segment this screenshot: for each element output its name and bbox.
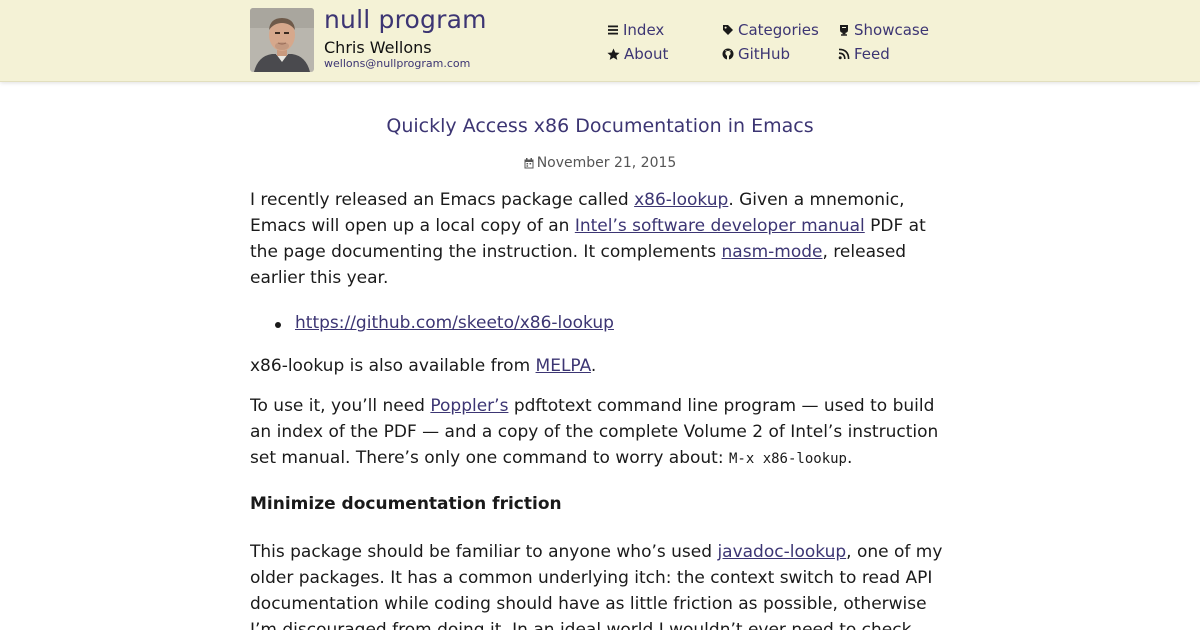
paragraph-text: x86-lookup is also available from: [250, 356, 536, 376]
nav-showcase-label: Showcase: [854, 21, 929, 39]
site-title[interactable]: null program: [324, 5, 487, 34]
avatar[interactable]: [250, 8, 314, 72]
author-name: Chris Wellons: [324, 38, 432, 57]
github-repo-link[interactable]: https://github.com/skeeto/x86-lookup: [295, 310, 614, 336]
post-date: November 21, 2015: [250, 155, 950, 171]
nav-categories-label: Categories: [738, 21, 819, 39]
paragraph-text: .: [847, 448, 853, 468]
paragraph-friction: This package should be familiar to anyon…: [250, 539, 950, 630]
paragraph-intro: I recently released an Emacs package cal…: [250, 187, 950, 291]
article: Quickly Access x86 Documentation in Emac…: [250, 81, 950, 630]
nav-feed-label: Feed: [854, 45, 890, 63]
star-icon: [607, 48, 620, 60]
post-date-text: November 21, 2015: [536, 155, 677, 171]
rss-icon: [838, 48, 850, 60]
trophy-icon: [840, 25, 848, 36]
nav-showcase[interactable]: Showcase: [838, 21, 929, 39]
tag-icon: [723, 25, 733, 35]
inline-code: M-x x86-lookup: [728, 451, 847, 467]
nasm-mode-link[interactable]: nasm-mode: [722, 242, 823, 262]
nav-index[interactable]: Index: [607, 21, 664, 39]
paragraph-usage: To use it, you’ll need Poppler’s pdftote…: [250, 393, 950, 472]
paragraph-text: This package should be familiar to anyon…: [250, 542, 718, 562]
list-icon: [608, 25, 618, 35]
site-header: null program Chris Wellons wellons@nullp…: [0, 0, 1200, 82]
poppler-link[interactable]: Poppler’s: [430, 396, 508, 416]
intel-manual-link[interactable]: Intel’s software developer manual: [575, 216, 865, 236]
x86-lookup-link[interactable]: x86-lookup: [634, 190, 728, 210]
calendar-icon: [524, 157, 534, 168]
melpa-link[interactable]: MELPA: [536, 356, 591, 376]
paragraph-text: To use it, you’ll need: [250, 396, 431, 416]
list-bullet: [275, 322, 281, 328]
javadoc-lookup-link[interactable]: javadoc-lookup: [717, 542, 846, 562]
author-email-link[interactable]: wellons@nullprogram.com: [324, 57, 470, 70]
paragraph-text: .: [590, 356, 597, 376]
nav-github[interactable]: GitHub: [722, 45, 790, 63]
nav-github-label: GitHub: [738, 45, 790, 63]
section-heading: Minimize documentation friction: [250, 494, 562, 514]
nav-about-label: About: [624, 45, 669, 63]
post-title[interactable]: Quickly Access x86 Documentation in Emac…: [250, 115, 950, 137]
paragraph-text: I recently released an Emacs package cal…: [250, 190, 635, 210]
nav-about[interactable]: About: [607, 45, 668, 63]
paragraph-melpa: x86-lookup is also available from MELPA.: [250, 353, 950, 379]
nav-index-label: Index: [623, 21, 665, 39]
github-icon: [722, 48, 734, 60]
nav-feed[interactable]: Feed: [838, 45, 890, 63]
nav-categories[interactable]: Categories: [722, 21, 819, 39]
